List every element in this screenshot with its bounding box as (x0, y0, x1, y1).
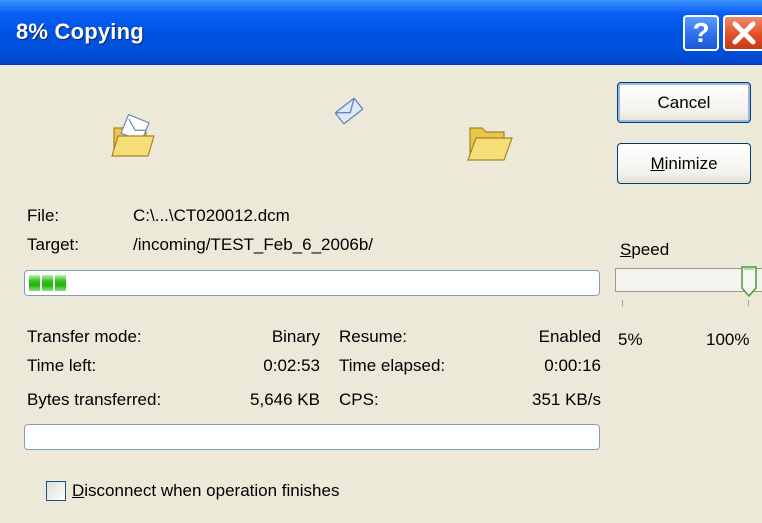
disconnect-label-rest: isconnect when operation finishes (84, 481, 340, 500)
file-progress-fill (29, 275, 68, 291)
speed-label-rest: peed (631, 240, 670, 259)
time-left-label: Time left: (27, 356, 97, 375)
minimize-mnemonic: M (650, 153, 665, 173)
progress-segment (55, 275, 66, 291)
window-title: 8% Copying (16, 19, 144, 44)
disconnect-label[interactable]: Disconnect when operation finishes (72, 481, 339, 501)
question-mark-icon: ? (692, 17, 710, 48)
speed-slider-track[interactable] (615, 268, 762, 292)
target-value: /incoming/TEST_Feb_6_2006b/ (133, 235, 374, 254)
bytes-transferred-label: Bytes transferred: (27, 390, 162, 409)
minimize-label: inimize (664, 153, 718, 173)
bytes-transferred-value: 5,646 KB (250, 390, 320, 409)
flying-envelope-icon (334, 97, 364, 130)
speed-min-label: 5% (618, 330, 643, 349)
minimize-button[interactable]: Minimize (617, 143, 751, 184)
disconnect-checkbox[interactable] (46, 481, 66, 501)
total-progress-bar (24, 424, 600, 450)
speed-tick-max (748, 300, 749, 306)
cancel-button[interactable]: Cancel (617, 82, 751, 123)
close-button[interactable] (723, 15, 762, 51)
title-bar[interactable]: 8% Copying ? (0, 0, 762, 65)
time-elapsed-label: Time elapsed: (339, 356, 446, 375)
progress-segment (29, 275, 40, 291)
time-elapsed-value: 0:00:16 (544, 356, 601, 375)
speed-label: Speed (620, 240, 669, 260)
transfer-mode-label: Transfer mode: (27, 327, 142, 346)
file-label: File: (27, 206, 60, 225)
close-icon (732, 21, 755, 45)
help-button[interactable]: ? (683, 15, 719, 51)
cps-label: CPS: (339, 390, 379, 409)
time-left-value: 0:02:53 (263, 356, 320, 375)
speed-tick-min (622, 300, 623, 306)
resume-value: Enabled (538, 327, 601, 346)
transfer-mode-value: Binary (271, 327, 320, 346)
resume-label: Resume: (339, 327, 408, 346)
file-progress-bar (24, 270, 600, 296)
copy-progress-dialog: 8% Copying ? Cancel M inimize File: C:\.… (0, 0, 762, 523)
cps-value: 351 KB/s (532, 390, 601, 409)
disconnect-mnemonic: D (72, 481, 85, 500)
speed-max-label: 100% (706, 330, 750, 349)
progress-segment (42, 275, 53, 291)
open-folder-icon (466, 124, 514, 169)
folder-envelope-icon (110, 113, 158, 167)
file-value: C:\...\CT020012.dcm (133, 206, 290, 225)
speed-mnemonic: S (620, 240, 632, 259)
speed-slider-thumb[interactable] (741, 266, 757, 298)
target-label: Target: (27, 235, 79, 254)
